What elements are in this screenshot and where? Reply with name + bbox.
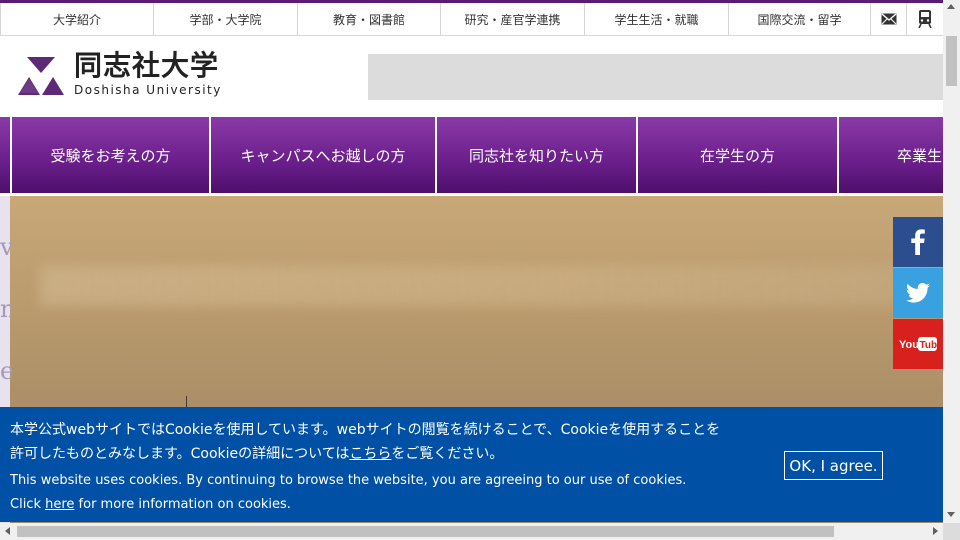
scroll-up-arrow-icon[interactable] bbox=[947, 4, 955, 9]
twitter-icon bbox=[906, 283, 930, 303]
facebook-icon bbox=[911, 229, 925, 255]
vertical-scrollbar[interactable] bbox=[943, 0, 960, 523]
main-nav-item-partial[interactable] bbox=[0, 117, 10, 193]
scroll-left-arrow-icon[interactable] bbox=[5, 527, 10, 535]
topnav-link-research[interactable]: 研究・産官学連携 bbox=[441, 3, 585, 35]
cookie-notice-english: This website uses cookies. By continuing… bbox=[10, 473, 687, 512]
youtube-icon: You Tube bbox=[899, 337, 938, 351]
youtube-button[interactable]: You Tube bbox=[893, 319, 943, 369]
facebook-button[interactable] bbox=[893, 217, 943, 267]
main-nav-item-alumni[interactable]: 卒業生 bbox=[837, 117, 943, 193]
logo-mark-icon bbox=[18, 57, 64, 95]
main-nav-item-students[interactable]: 在学生の方 bbox=[636, 117, 837, 193]
social-links: You Tube bbox=[893, 217, 943, 370]
topnav-link-international[interactable]: 国際交流・留学 bbox=[729, 3, 871, 35]
main-nav-item-visitors[interactable]: キャンパスへお越しの方 bbox=[209, 117, 435, 193]
main-nav: 受験をお考えの方 キャンパスへお越しの方 同志社を知りたい方 在学生の方 卒業生 bbox=[0, 117, 943, 193]
scroll-down-arrow-icon[interactable] bbox=[947, 512, 955, 517]
logo-english-name: Doshisha University bbox=[74, 83, 222, 97]
access-button[interactable] bbox=[907, 3, 943, 35]
horizontal-scroll-thumb[interactable] bbox=[17, 526, 834, 537]
top-utility-nav: 大学紹介 学部・大学院 教育・図書館 研究・産官学連携 学生生活・就職 国際交流… bbox=[0, 0, 943, 36]
cookie-consent-banner: 本学公式webサイトではCookieを使用しています。webサイトの閲覧を続ける… bbox=[0, 407, 943, 522]
topnav-link-faculties[interactable]: 学部・大学院 bbox=[154, 3, 298, 35]
cookie-details-link-jp[interactable]: こちら bbox=[349, 446, 391, 462]
cookie-details-link-en[interactable]: here bbox=[45, 497, 74, 512]
topnav-link-about[interactable]: 大学紹介 bbox=[0, 3, 154, 35]
vertical-scroll-thumb[interactable] bbox=[946, 36, 957, 86]
cookie-accept-button[interactable]: OK, I agree. bbox=[784, 451, 883, 480]
mail-icon bbox=[881, 13, 896, 25]
svg-text:Tube: Tube bbox=[920, 340, 938, 351]
train-icon bbox=[918, 10, 932, 28]
search-input[interactable] bbox=[368, 54, 944, 100]
university-logo[interactable]: 同志社大学 Doshisha University bbox=[18, 52, 222, 96]
twitter-button[interactable] bbox=[893, 268, 943, 318]
scrollbar-corner bbox=[943, 523, 960, 540]
cookie-notice-japanese: 本学公式webサイトではCookieを使用しています。webサイトの閲覧を続ける… bbox=[10, 422, 721, 462]
main-nav-item-about[interactable]: 同志社を知りたい方 bbox=[435, 117, 636, 193]
logo-japanese-name: 同志社大学 bbox=[74, 49, 220, 82]
hero-side-text: v n e bbox=[0, 233, 12, 385]
main-nav-item-prospective[interactable]: 受験をお考えの方 bbox=[10, 117, 209, 193]
scroll-right-arrow-icon[interactable] bbox=[933, 527, 938, 535]
svg-text:You: You bbox=[899, 339, 919, 351]
topnav-link-education[interactable]: 教育・図書館 bbox=[298, 3, 441, 35]
horizontal-scrollbar[interactable] bbox=[0, 523, 943, 540]
mail-button[interactable] bbox=[871, 3, 907, 35]
topnav-link-student-life[interactable]: 学生生活・就職 bbox=[585, 3, 729, 35]
